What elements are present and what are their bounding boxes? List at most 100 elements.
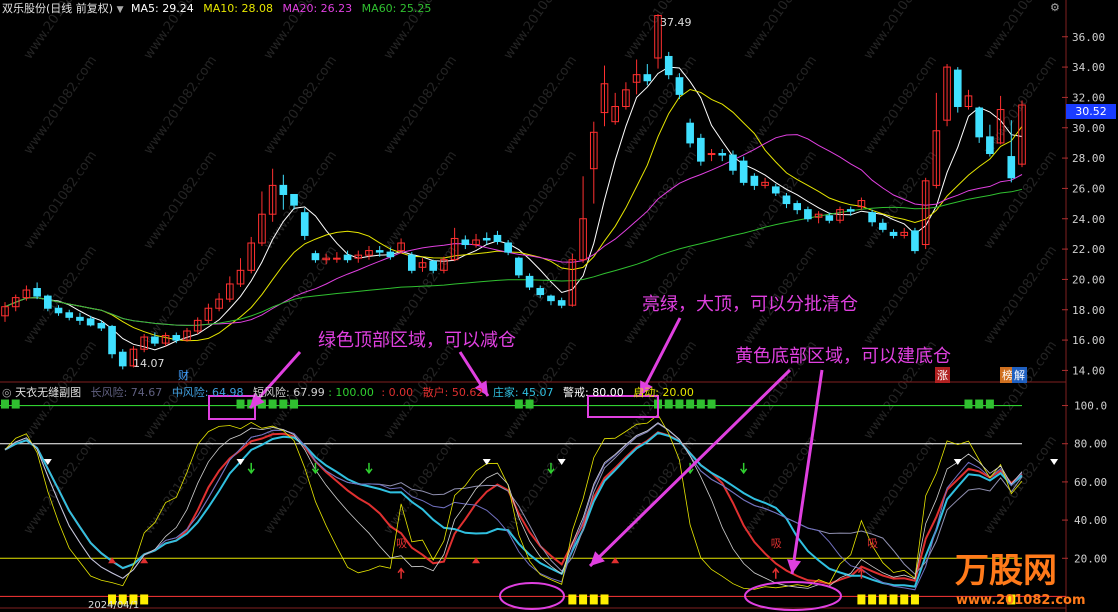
watermark-text: www.201082.com	[981, 0, 1060, 62]
long-risk-value: 长风险: 74.67	[90, 386, 163, 399]
candle-down	[975, 107, 983, 138]
candle-down	[118, 351, 127, 367]
bottom-date: 2024/04/1	[88, 600, 140, 611]
top-zone-block	[664, 399, 673, 409]
stock-title[interactable]: 双乐股份(日线 前复权)	[2, 2, 113, 15]
annotation-green-top: 绿色顶部区域，可以减仓	[318, 330, 516, 351]
candle-up	[333, 257, 341, 260]
top-zone-block	[236, 399, 245, 409]
candle-down	[547, 295, 555, 302]
current-price-badge: 30.52	[1066, 104, 1116, 119]
top-zone-block	[268, 399, 277, 409]
candle-down	[739, 160, 748, 183]
annotation-bright-green: 亮绿，大顶，可以分批清仓	[642, 294, 858, 315]
price-tick-label: 18.00	[1072, 304, 1105, 317]
top-zone-block	[696, 399, 705, 409]
candle-down	[1007, 156, 1016, 179]
watermark-text: www.201082.com	[501, 0, 580, 62]
candle-down	[825, 215, 834, 221]
price-tick-label: 30.00	[1072, 122, 1105, 135]
watermark-text: www.201082.com	[861, 433, 940, 537]
watermark-text: www.201082.com	[21, 53, 100, 157]
price-axis: 36.00 34.00 32.00 30.00 28.00 26.00 24.00 22.00…	[1062, 31, 1105, 377]
watermark-text: www.201082.com	[741, 148, 820, 252]
candle-down	[536, 288, 545, 296]
watermark-text: www.201082.com	[141, 433, 220, 537]
top-zone-block	[686, 399, 695, 409]
indicator-header: ◎ 天衣无缝副图 长风险: 74.67 中风险: 64.98 短风险: 67.9…	[2, 384, 694, 400]
candle-down	[86, 318, 95, 326]
top-zone-block	[985, 399, 994, 409]
absorb-label: 吸	[867, 537, 878, 550]
watermark-text: www.201082.com	[501, 148, 580, 252]
candle-down	[429, 260, 438, 271]
candle-down	[482, 237, 491, 241]
candle-down	[557, 300, 566, 306]
watermark-layer: www.201082.com www.201082.com www.201082.c…	[21, 0, 1060, 537]
price-tick-label: 26.00	[1072, 182, 1105, 195]
bottom-zone-block	[878, 594, 887, 605]
candle-down	[879, 222, 887, 230]
price-tick-label: 20.00	[1072, 273, 1105, 286]
candle-down	[750, 175, 759, 186]
sell-arrow	[740, 462, 748, 475]
top-zone-block	[964, 399, 973, 409]
price-tick-label: 14.00	[1072, 364, 1105, 377]
bottom-zone-block	[600, 594, 609, 605]
watermark-text: www.201082.com	[741, 53, 820, 157]
bottom-zone-block	[579, 594, 588, 605]
indicator-tick-label: 60.00	[1074, 476, 1107, 489]
absorb-label: 吸	[396, 537, 407, 550]
top-zone-block	[525, 399, 534, 409]
collapse-icon[interactable]: ◎	[2, 386, 12, 399]
watermark-text: www.201082.com	[861, 0, 940, 62]
moving-average-lines	[4, 66, 1023, 351]
ma5-label: MA5: 29.24	[131, 2, 194, 15]
top-zone-block	[675, 399, 684, 409]
candle-down	[108, 325, 116, 355]
limit-up-tag[interactable]: 涨	[935, 367, 950, 383]
ma10-label: MA10: 28.08	[203, 2, 273, 15]
candle-down	[804, 209, 812, 220]
watermark-text: www.201082.com	[861, 243, 940, 347]
watermark-text: www.201082.com	[981, 433, 1060, 537]
candle-down	[290, 193, 298, 206]
bottom-zone-block	[868, 594, 877, 605]
candle-down	[515, 257, 523, 276]
candle-down	[697, 137, 705, 162]
candle-down	[279, 184, 288, 195]
watermark-text: www.201082.com	[381, 53, 460, 157]
watermark-text: www.201082.com	[261, 53, 340, 157]
price-tick-label: 36.00	[1072, 31, 1105, 44]
absorb-label: 吸	[771, 537, 782, 550]
price-tick-label: 24.00	[1072, 213, 1105, 226]
finance-tag[interactable]: 财	[176, 367, 191, 383]
candle-down	[664, 55, 673, 76]
watermark-text: www.201082.com	[741, 433, 820, 537]
unlock-tag[interactable]: 解	[1012, 367, 1027, 383]
candle-down	[33, 288, 41, 297]
watermark-text: www.201082.com	[141, 148, 220, 252]
watermark-text: www.201082.com	[501, 433, 580, 537]
warning-triangle	[1050, 459, 1059, 465]
candle-down	[311, 253, 320, 261]
top-zone-block	[279, 399, 288, 409]
candle-down	[868, 212, 876, 223]
chart-canvas: www.201082.com www.201082.com www.201082.c…	[0, 0, 1107, 612]
candle-down	[953, 69, 962, 108]
sell-arrow	[365, 462, 373, 475]
watermark-text: www.201082.com	[501, 53, 580, 157]
warning-value: 警戒: 80.00	[563, 386, 624, 399]
indicator-tick-label: 40.00	[1074, 514, 1107, 527]
chevron-down-icon[interactable]: ▼	[117, 5, 124, 15]
candle-down	[889, 231, 898, 236]
top-zone-block	[707, 399, 716, 409]
warning-triangle	[482, 459, 491, 465]
settings-icon[interactable]: ⚙	[1050, 1, 1060, 14]
buy-arrow	[772, 567, 780, 579]
watermark-text: www.201082.com	[981, 338, 1060, 442]
watermark-text: www.201082.com	[981, 243, 1060, 347]
indicator-title[interactable]: 天衣无缝副图	[15, 386, 81, 399]
candle-down	[986, 136, 994, 155]
watermark-text: www.201082.com	[21, 148, 100, 252]
